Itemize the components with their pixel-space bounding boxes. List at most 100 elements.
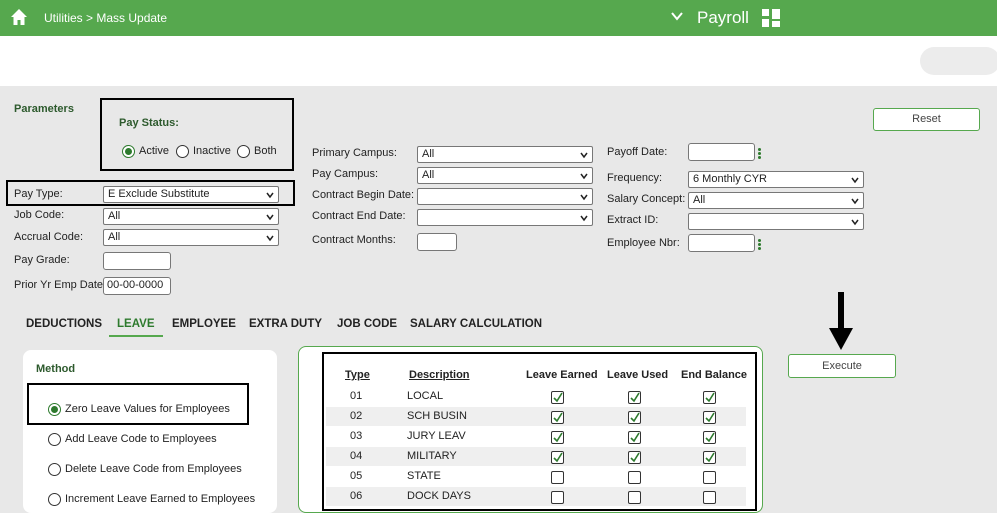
job-code-select[interactable]: All bbox=[103, 208, 279, 225]
leave-balance-checkbox[interactable] bbox=[703, 411, 716, 424]
chevron-down-icon bbox=[851, 219, 859, 226]
reset-button[interactable]: Reset bbox=[873, 108, 980, 131]
method-increment-leave-label: Increment Leave Earned to Employees bbox=[65, 493, 256, 505]
more-options-icon[interactable] bbox=[758, 239, 761, 251]
method-delete-leave-label: Delete Leave Code from Employees bbox=[65, 463, 242, 475]
leave-used-checkbox[interactable] bbox=[628, 471, 641, 484]
parameters-title: Parameters bbox=[14, 103, 74, 115]
contract-months-input[interactable] bbox=[417, 233, 457, 251]
leave-used-checkbox[interactable] bbox=[628, 431, 641, 444]
table-row bbox=[326, 407, 746, 426]
method-increment-leave-radio[interactable] bbox=[48, 493, 61, 506]
pay-type-select[interactable]: E Exclude Substitute bbox=[103, 186, 279, 203]
method-title: Method bbox=[36, 363, 76, 375]
table-row bbox=[326, 467, 746, 486]
search-pill[interactable] bbox=[920, 47, 997, 75]
frequency-select[interactable]: 6 Monthly CYR bbox=[688, 171, 864, 188]
extract-id-select[interactable] bbox=[688, 213, 864, 230]
col-end-balance-header: End Balance bbox=[681, 369, 748, 381]
accrual-code-select[interactable]: All bbox=[103, 229, 279, 246]
job-code-label: Job Code: bbox=[14, 209, 65, 221]
method-add-leave-radio[interactable] bbox=[48, 433, 61, 446]
chevron-down-icon[interactable] bbox=[670, 9, 684, 23]
contract-end-date-select[interactable] bbox=[417, 209, 593, 226]
leave-earned-checkbox[interactable] bbox=[551, 431, 564, 444]
table-row bbox=[326, 487, 746, 506]
employee-nbr-input[interactable] bbox=[688, 234, 755, 252]
execute-button[interactable]: Execute bbox=[788, 354, 896, 378]
chevron-down-icon bbox=[580, 173, 588, 180]
leave-used-checkbox[interactable] bbox=[628, 451, 641, 464]
pay-grade-label: Pay Grade: bbox=[14, 254, 70, 266]
leave-earned-checkbox[interactable] bbox=[551, 471, 564, 484]
leave-balance-checkbox[interactable] bbox=[703, 391, 716, 404]
leave-used-checkbox[interactable] bbox=[628, 491, 641, 504]
col-leave-earned-header: Leave Earned bbox=[526, 369, 598, 381]
primary-campus-label: Primary Campus: bbox=[312, 147, 397, 159]
tab-extra-duty[interactable]: EXTRA DUTY bbox=[249, 318, 322, 330]
highlight-pay-status bbox=[100, 98, 294, 171]
leave-earned-checkbox[interactable] bbox=[551, 451, 564, 464]
pay-status-inactive-label: Inactive bbox=[193, 145, 231, 157]
payoff-date-label: Payoff Date: bbox=[607, 146, 668, 158]
row-description-cell: DOCK DAYS bbox=[407, 490, 471, 502]
row-description-cell: MILITARY bbox=[407, 450, 457, 462]
row-description-cell: STATE bbox=[407, 470, 441, 482]
home-icon[interactable] bbox=[10, 8, 28, 26]
primary-campus-select[interactable]: All bbox=[417, 146, 593, 163]
salary-concept-label: Salary Concept: bbox=[607, 193, 686, 205]
pay-status-label: Pay Status: bbox=[119, 117, 179, 129]
contract-months-label: Contract Months: bbox=[312, 234, 396, 246]
leave-earned-checkbox[interactable] bbox=[551, 391, 564, 404]
breadcrumb[interactable]: Utilities > Mass Update bbox=[44, 11, 167, 25]
contract-end-date-label: Contract End Date: bbox=[312, 210, 406, 222]
tab-salary-calculation[interactable]: SALARY CALCULATION bbox=[410, 318, 542, 330]
accrual-code-label: Accrual Code: bbox=[14, 231, 84, 243]
method-zero-leave-radio[interactable] bbox=[48, 403, 61, 416]
frequency-label: Frequency: bbox=[607, 172, 663, 184]
tab-job-code[interactable]: JOB CODE bbox=[337, 318, 397, 330]
pay-status-both-label: Both bbox=[254, 145, 277, 157]
tab-leave[interactable]: LEAVE bbox=[109, 318, 163, 337]
row-description-cell: JURY LEAV bbox=[407, 430, 466, 442]
leave-balance-checkbox[interactable] bbox=[703, 431, 716, 444]
employee-nbr-label: Employee Nbr: bbox=[607, 237, 680, 249]
method-zero-leave-label: Zero Leave Values for Employees bbox=[65, 403, 230, 415]
row-type-cell: 01 bbox=[350, 390, 363, 402]
chevron-down-icon bbox=[580, 194, 588, 201]
leave-used-checkbox[interactable] bbox=[628, 411, 641, 424]
chevron-down-icon bbox=[851, 177, 859, 184]
pay-grade-input[interactable] bbox=[103, 252, 171, 270]
table-row bbox=[326, 387, 746, 406]
toolbar-area bbox=[0, 36, 997, 86]
leave-used-checkbox[interactable] bbox=[628, 391, 641, 404]
chevron-down-icon bbox=[580, 152, 588, 159]
pay-status-inactive-radio[interactable] bbox=[176, 145, 189, 158]
col-description-header[interactable]: Description bbox=[409, 369, 470, 381]
pay-status-active-radio[interactable] bbox=[122, 145, 135, 158]
leave-balance-checkbox[interactable] bbox=[703, 471, 716, 484]
contract-begin-date-label: Contract Begin Date: bbox=[312, 189, 415, 201]
grid-menu-icon[interactable] bbox=[762, 9, 780, 27]
more-options-icon[interactable] bbox=[758, 148, 761, 160]
leave-balance-checkbox[interactable] bbox=[703, 491, 716, 504]
payoff-date-input[interactable] bbox=[688, 143, 755, 161]
extract-id-label: Extract ID: bbox=[607, 214, 659, 226]
method-add-leave-label: Add Leave Code to Employees bbox=[65, 433, 217, 445]
chevron-down-icon bbox=[266, 235, 274, 242]
leave-earned-checkbox[interactable] bbox=[551, 491, 564, 504]
col-type-header[interactable]: Type bbox=[345, 369, 370, 381]
leave-balance-checkbox[interactable] bbox=[703, 451, 716, 464]
table-row bbox=[326, 447, 746, 466]
prior-yr-emp-date-input[interactable]: 00-00-0000 bbox=[103, 277, 171, 295]
contract-begin-date-select[interactable] bbox=[417, 188, 593, 205]
method-delete-leave-radio[interactable] bbox=[48, 463, 61, 476]
pay-status-both-radio[interactable] bbox=[237, 145, 250, 158]
pay-type-label: Pay Type: bbox=[14, 188, 63, 200]
pay-campus-select[interactable]: All bbox=[417, 167, 593, 184]
tab-employee[interactable]: EMPLOYEE bbox=[172, 318, 236, 330]
row-type-cell: 06 bbox=[350, 490, 363, 502]
leave-earned-checkbox[interactable] bbox=[551, 411, 564, 424]
salary-concept-select[interactable]: All bbox=[688, 192, 864, 209]
tab-deductions[interactable]: DEDUCTIONS bbox=[26, 318, 102, 330]
